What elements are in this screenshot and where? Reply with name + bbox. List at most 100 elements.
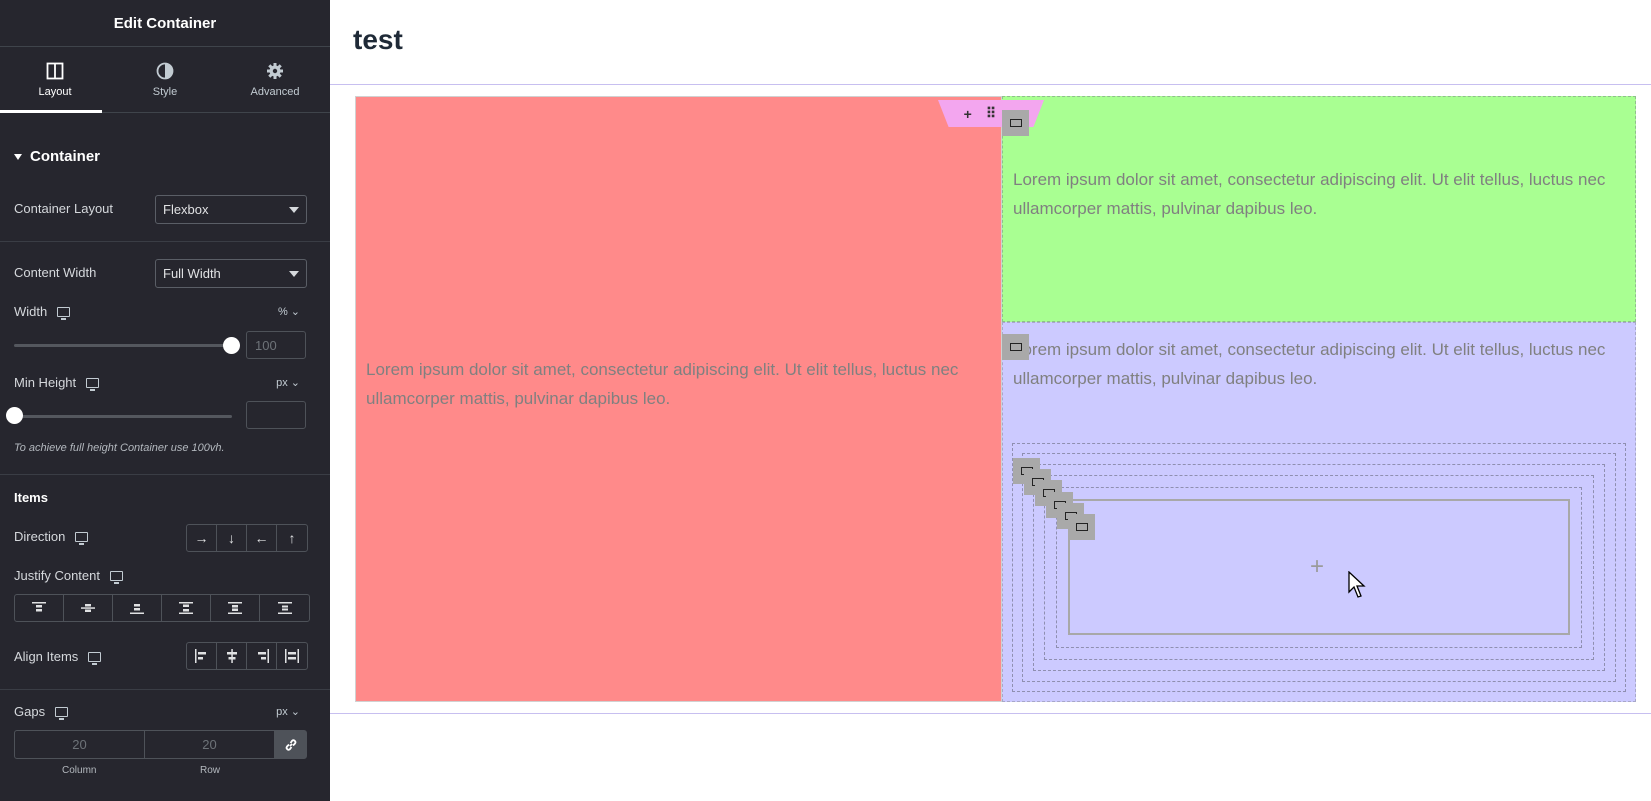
divider: [0, 241, 330, 242]
section-title: Container: [30, 148, 101, 165]
editor-root: Edit Container Layout Style Advanced Con…: [0, 0, 1651, 801]
justify-space-between-icon: [179, 602, 193, 614]
width-label-row: Width: [14, 304, 71, 320]
gap-row-caption: Row: [200, 765, 221, 776]
divider: [0, 689, 330, 690]
container-tag-icon[interactable]: [1002, 334, 1029, 360]
align-start-icon: [194, 649, 206, 663]
justify-end-icon: [130, 604, 144, 614]
desktop-icon[interactable]: [88, 651, 102, 665]
gear-icon: [267, 62, 283, 79]
container-layout-label: Container Layout: [14, 201, 114, 216]
container-green[interactable]: Lorem ipsum dolor sit amet, consectetur …: [1002, 96, 1636, 322]
drag-handle-icon[interactable]: ⠿: [986, 105, 996, 122]
content-width-value: Full Width: [163, 266, 221, 281]
align-center-button[interactable]: [217, 643, 247, 669]
min-height-unit-select[interactable]: px ⌄: [276, 376, 300, 389]
panel-tabs: Layout Style Advanced: [0, 47, 330, 113]
justify-content-label: Justify Content: [14, 568, 100, 583]
desktop-icon[interactable]: [75, 531, 89, 545]
content-width-select[interactable]: Full Width: [155, 259, 307, 288]
align-end-icon: [257, 649, 269, 663]
container-layout-select[interactable]: Flexbox: [155, 195, 307, 224]
tab-layout-label: Layout: [38, 85, 72, 98]
contrast-icon: [156, 62, 174, 79]
width-slider-track[interactable]: [14, 344, 228, 347]
items-heading: Items: [14, 490, 48, 505]
tab-advanced-label: Advanced: [250, 85, 300, 98]
gap-row-input[interactable]: 20: [145, 731, 275, 758]
min-height-input[interactable]: [246, 401, 306, 429]
text-editor-red[interactable]: Lorem ipsum dolor sit amet, consectetur …: [366, 355, 976, 413]
align-end-button[interactable]: [247, 643, 277, 669]
align-items-buttons: [186, 642, 308, 670]
justify-end-button[interactable]: [113, 595, 162, 621]
gaps-inputs: 20 20: [14, 730, 307, 759]
direction-row-button[interactable]: →: [187, 525, 217, 551]
gaps-label: Gaps: [14, 704, 46, 719]
justify-center-button[interactable]: [64, 595, 113, 621]
min-height-slider-thumb[interactable]: [6, 407, 23, 424]
add-container-icon[interactable]: +: [964, 106, 972, 122]
width-unit: %: [277, 306, 288, 318]
direction-row-reverse-button[interactable]: ←: [247, 525, 277, 551]
direction-column-button[interactable]: ↓: [217, 525, 247, 551]
content-width-label: Content Width: [14, 265, 97, 280]
align-start-button[interactable]: [187, 643, 217, 669]
mouse-cursor-icon: [1348, 571, 1366, 598]
direction-label: Direction: [14, 529, 66, 544]
direction-label-row: Direction: [14, 529, 89, 545]
link-values-button[interactable]: [275, 731, 306, 758]
tab-layout[interactable]: Layout: [0, 47, 110, 113]
editor-panel: Edit Container Layout Style Advanced Con…: [0, 0, 330, 801]
desktop-icon[interactable]: [86, 377, 100, 391]
section-container-toggle[interactable]: Container: [14, 148, 100, 165]
container-tag-icon[interactable]: [1068, 514, 1095, 540]
desktop-icon[interactable]: [110, 570, 123, 584]
justify-space-around-icon: [228, 602, 242, 614]
width-input[interactable]: 100: [246, 331, 306, 359]
desktop-icon[interactable]: [55, 706, 69, 720]
align-center-icon: [226, 649, 237, 663]
align-items-label-row: Align Items: [14, 649, 102, 665]
justify-content-label-row: Justify Content: [14, 568, 123, 584]
section-bottom-border: [330, 713, 1651, 714]
gaps-unit-select[interactable]: px ⌄: [276, 705, 300, 718]
gaps-label-row: Gaps: [14, 704, 69, 720]
panel-title: Edit Container: [0, 0, 330, 47]
section-top-border: [330, 84, 1651, 85]
page-title: test: [353, 24, 403, 55]
justify-space-around-button[interactable]: [211, 595, 260, 621]
justify-start-icon: [32, 602, 46, 612]
text-editor-green[interactable]: Lorem ipsum dolor sit amet, consectetur …: [1013, 165, 1625, 223]
desktop-icon[interactable]: [57, 306, 71, 320]
text-editor-blue[interactable]: Lorem ipsum dolor sit amet, consectetur …: [1013, 335, 1625, 393]
width-label: Width: [14, 304, 48, 319]
add-element-icon[interactable]: +: [1310, 553, 1324, 581]
dropdown-caret-icon: [289, 207, 299, 213]
container-tag-icon[interactable]: [1002, 110, 1029, 136]
layout-icon: [46, 62, 64, 79]
tab-style[interactable]: Style: [110, 47, 220, 112]
direction-buttons: → ↓ ← ↑: [186, 524, 308, 552]
align-items-label: Align Items: [14, 649, 79, 664]
tab-advanced[interactable]: Advanced: [220, 47, 330, 112]
justify-start-button[interactable]: [15, 595, 64, 621]
align-stretch-button[interactable]: [277, 643, 307, 669]
justify-space-between-button[interactable]: [162, 595, 211, 621]
min-height-slider-track[interactable]: [14, 415, 232, 418]
container-red[interactable]: Lorem ipsum dolor sit amet, consectetur …: [355, 96, 1002, 702]
justify-space-evenly-button[interactable]: [260, 595, 309, 621]
width-slider-thumb[interactable]: [223, 337, 240, 354]
min-height-label: Min Height: [14, 375, 77, 390]
dropdown-caret-icon: [289, 271, 299, 277]
justify-space-evenly-icon: [277, 602, 292, 614]
direction-column-reverse-button[interactable]: ↑: [277, 525, 307, 551]
container-layout-value: Flexbox: [163, 202, 209, 217]
width-unit-select[interactable]: % ⌄: [278, 305, 300, 318]
align-stretch-icon: [285, 649, 299, 663]
preview-canvas: test Lorem ipsum dolor sit amet, consect…: [330, 0, 1651, 801]
gap-column-caption: Column: [62, 765, 97, 776]
min-height-unit: px: [276, 377, 288, 389]
gap-column-input[interactable]: 20: [15, 731, 145, 758]
